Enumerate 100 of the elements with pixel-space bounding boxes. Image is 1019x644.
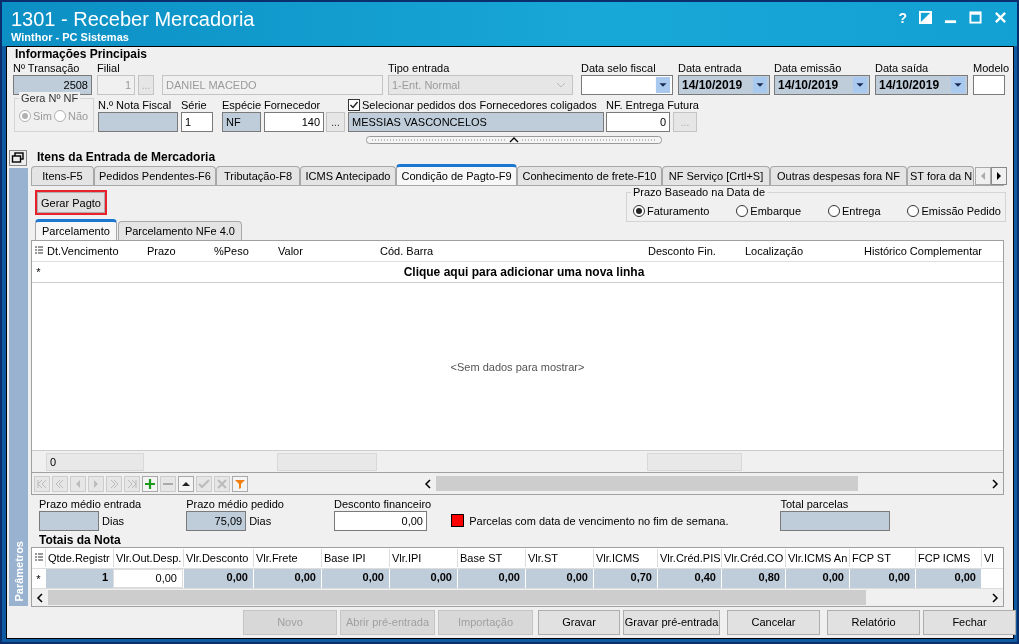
column-chooser-icon[interactable] — [35, 553, 43, 563]
tab[interactable]: Tributação-F8 — [216, 166, 300, 185]
lookup-button[interactable]: ... — [326, 112, 345, 132]
column-header[interactable]: Vlr.Out.Desp. — [113, 549, 183, 567]
action-button[interactable]: Fechar — [923, 609, 1016, 635]
last-record-icon[interactable] — [124, 475, 140, 492]
new-row-prompt[interactable]: Clique aqui para adicionar uma nova linha — [45, 265, 1003, 279]
field-label: Data saída — [875, 61, 929, 75]
table-cell: 0,00 — [915, 569, 981, 588]
field-label: Nº Transação — [13, 61, 80, 75]
table-cell[interactable]: 0,00 — [113, 569, 183, 588]
date-picker[interactable]: 14/10/2019 — [678, 75, 770, 95]
table-cell: 0,70 — [593, 569, 657, 588]
column-header[interactable]: Valor — [276, 242, 378, 260]
previous-page-icon[interactable] — [52, 475, 68, 492]
field-label: Data entrada — [678, 61, 742, 75]
column-header[interactable]: Vl — [981, 549, 997, 567]
column-header[interactable]: Vlr.Créd.CO — [721, 549, 785, 567]
text-field[interactable] — [39, 511, 99, 531]
generate-payment-button[interactable]: Gerar Pagto — [35, 190, 107, 215]
scroll-right-icon[interactable] — [991, 167, 1007, 185]
field-label: Prazo médio pedido — [186, 497, 284, 511]
column-header[interactable]: FCP ST — [849, 549, 915, 567]
tab[interactable]: Conhecimento de frete-F10 — [517, 166, 662, 185]
next-page-icon[interactable] — [106, 475, 122, 492]
column-header[interactable]: Vlr.IPI — [389, 549, 457, 567]
next-record-icon[interactable] — [88, 475, 104, 492]
column-header[interactable]: Cód. Barra — [378, 242, 646, 260]
scroll-right-icon[interactable] — [991, 592, 999, 603]
text-field[interactable]: 2508 — [13, 75, 92, 95]
restore-icon[interactable] — [9, 150, 27, 166]
table-cell: 1 — [45, 569, 113, 588]
tab[interactable]: ST fora da N — [907, 166, 974, 185]
text-field[interactable]: 1 — [181, 112, 213, 132]
empty-message: <Sem dados para mostrar> — [450, 360, 585, 373]
column-header[interactable]: Vlr.Créd.PIS — [657, 549, 721, 567]
dropdown[interactable] — [581, 75, 673, 95]
tab[interactable]: Parcelamento NFe 4.0 — [117, 221, 242, 240]
action-button[interactable]: Gravar pré-entrada — [623, 609, 720, 635]
tab[interactable]: ICMS Antecipado — [300, 166, 396, 185]
first-record-icon[interactable] — [34, 475, 50, 492]
checkbox[interactable]: Selecionar pedidos dos Fornecedores coligados — [348, 98, 597, 112]
column-header[interactable]: Localização — [743, 242, 862, 260]
column-header[interactable]: Qtde.Registr — [45, 549, 113, 567]
table-cell: 0,00 — [321, 569, 389, 588]
text-field[interactable]: 75,09 — [186, 511, 247, 531]
column-header[interactable]: Vlr.Frete — [253, 549, 321, 567]
move-up-icon[interactable] — [178, 475, 194, 492]
text-field[interactable]: MESSIAS VASCONCELOS — [348, 112, 604, 132]
column-header[interactable]: Vlr.Desconto — [183, 549, 253, 567]
text-field[interactable] — [780, 511, 891, 531]
scroll-left-icon[interactable] — [36, 592, 44, 603]
field-label: Fornecedor — [264, 98, 321, 112]
tab[interactable]: Condição de Pagto-F9 — [396, 164, 517, 185]
field-label: N.º Nota Fiscal — [98, 98, 172, 112]
group-title: Gera Nº NF — [19, 92, 81, 105]
column-header[interactable]: Dt.Vencimento — [45, 242, 145, 260]
tab[interactable]: Pedidos Pendentes-F6 — [94, 166, 216, 185]
column-header[interactable]: FCP ICMS — [915, 549, 981, 567]
radio-option[interactable]: Emissão Pedido — [907, 205, 1001, 217]
column-chooser-icon[interactable] — [35, 246, 43, 256]
column-header[interactable]: Vlr.ST — [525, 549, 593, 567]
maximize-icon[interactable] — [969, 11, 982, 24]
column-header[interactable]: Desconto Fin. — [646, 242, 743, 260]
field-label: Tipo entrada — [388, 61, 450, 75]
scroll-left-icon[interactable] — [424, 478, 432, 489]
column-header[interactable]: Histórico Complementar — [862, 242, 1013, 260]
column-header[interactable]: Base ST — [457, 549, 525, 567]
text-field[interactable]: NF — [222, 112, 261, 132]
horizontal-scrollbar[interactable] — [32, 588, 1003, 606]
action-button[interactable]: Gravar — [538, 609, 620, 635]
filter-icon[interactable] — [232, 475, 248, 492]
add-icon[interactable] — [142, 475, 158, 492]
radio-option[interactable]: Entrega — [828, 205, 881, 217]
radio-option[interactable]: Faturamento — [633, 205, 710, 217]
column-header[interactable]: Base IPI — [321, 549, 389, 567]
text-field[interactable] — [973, 75, 1005, 95]
splitter-grip[interactable] — [366, 136, 662, 144]
tab[interactable]: NF Serviço [Crtl+S] — [662, 166, 770, 185]
tab[interactable]: Itens-F5 — [31, 166, 94, 185]
theme-icon[interactable] — [919, 11, 932, 24]
cancel-icon[interactable] — [214, 475, 230, 492]
text-field[interactable]: 0,00 — [333, 511, 427, 531]
tab[interactable]: Parcelamento — [35, 219, 117, 240]
action-button[interactable]: Relatório — [827, 609, 920, 635]
column-header[interactable]: Vlr.ICMS — [593, 549, 657, 567]
column-header[interactable]: %Peso — [212, 242, 276, 260]
column-header[interactable]: Vlr.ICMS An — [785, 549, 849, 567]
radio-option[interactable]: Embarque — [736, 205, 802, 217]
previous-record-icon[interactable] — [70, 475, 86, 492]
scroll-right-icon[interactable] — [991, 478, 999, 489]
date-picker[interactable]: 14/10/2019 — [875, 75, 968, 95]
close-icon[interactable] — [994, 11, 1007, 24]
action-button[interactable]: Cancelar — [727, 609, 820, 635]
text-field[interactable]: 0 — [606, 112, 670, 132]
text-field[interactable] — [98, 112, 178, 132]
column-header[interactable]: Prazo — [145, 242, 212, 260]
text-field[interactable]: 140 — [264, 112, 324, 132]
tab[interactable]: Outras despesas fora NF — [770, 166, 907, 185]
date-picker[interactable]: 14/10/2019 — [774, 75, 870, 95]
